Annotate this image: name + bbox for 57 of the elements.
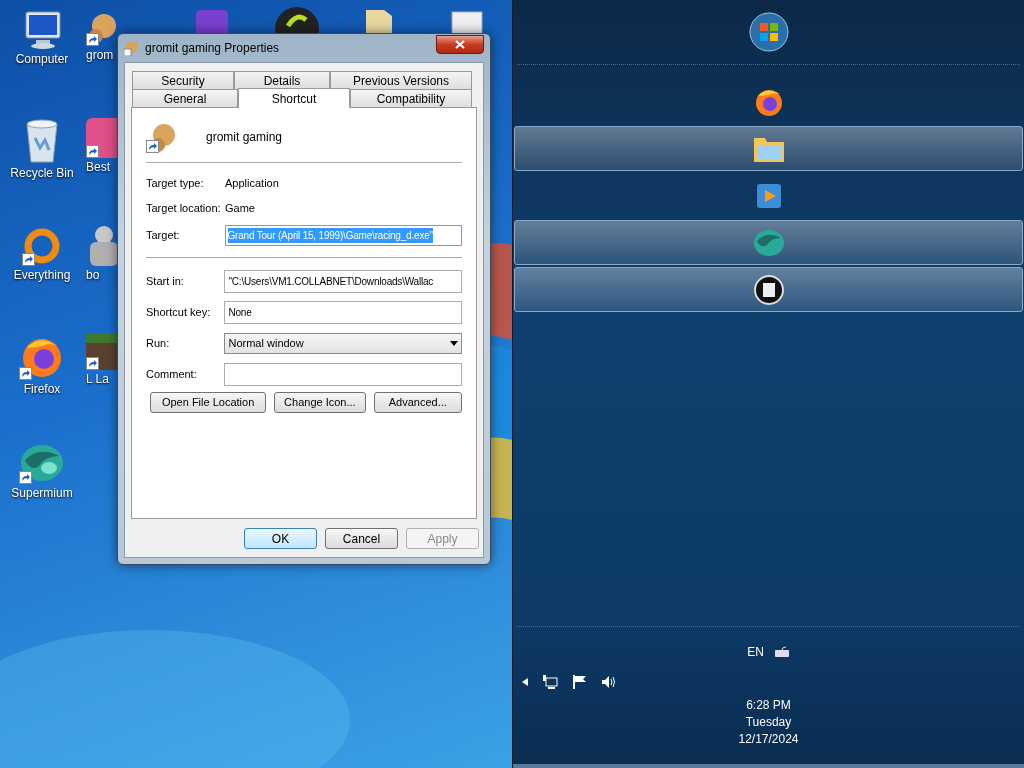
- tab[interactable]: Compatibility: [350, 89, 472, 107]
- close-button[interactable]: [436, 34, 484, 54]
- tab[interactable]: Details: [234, 71, 330, 89]
- close-icon: [455, 39, 465, 49]
- desktop-icon-label[interactable]: L La: [86, 372, 114, 386]
- field-label: Run:: [146, 336, 171, 352]
- input-field[interactable]: None: [224, 301, 462, 324]
- mascot-icon: [124, 40, 140, 56]
- taskbar-button[interactable]: [514, 126, 1023, 171]
- action-button[interactable]: Open File Location: [150, 392, 267, 413]
- shortcut-name: gromit gaming: [206, 129, 283, 146]
- field-value: Application: [225, 176, 279, 192]
- desktop-icon-label[interactable]: Best: [86, 160, 114, 174]
- ring-icon: [22, 226, 62, 266]
- shortcut-arrow-icon: [146, 140, 159, 153]
- start-orb-icon[interactable]: [748, 12, 789, 52]
- document-icon: [450, 10, 484, 36]
- field-label: Start in:: [146, 274, 185, 290]
- desktop-icon-label[interactable]: Everything: [13, 268, 71, 282]
- desktop-icon-label[interactable]: Recycle Bin: [10, 166, 74, 180]
- taskbar-button[interactable]: [514, 220, 1023, 265]
- field-label: Target:: [146, 227, 181, 243]
- action-button[interactable]: Advanced...: [373, 392, 462, 413]
- desktop-icon-label[interactable]: bo: [86, 268, 114, 282]
- recycle-bin-icon: [23, 118, 61, 164]
- tab[interactable]: Previous Versions: [330, 71, 472, 89]
- desktop-icon-label[interactable]: Supermium: [11, 486, 73, 500]
- tab[interactable]: General: [132, 89, 238, 107]
- globe-icon: [752, 227, 785, 258]
- desktop-icon-label[interactable]: Computer: [15, 52, 69, 66]
- action-button[interactable]: Change Icon...: [274, 392, 366, 413]
- flag-icon[interactable]: [572, 675, 587, 689]
- window-title: gromit gaming Properties: [145, 40, 280, 57]
- input-field[interactable]: [224, 363, 462, 386]
- volume-icon[interactable]: [601, 675, 617, 689]
- field-label: Comment:: [146, 367, 198, 383]
- tab[interactable]: Security: [132, 71, 234, 89]
- globe-icon: [19, 442, 65, 484]
- desktop-icon-label[interactable]: grom: [86, 48, 114, 62]
- network-icon[interactable]: [542, 675, 558, 689]
- keyboard-icon[interactable]: [773, 646, 790, 658]
- run-dropdown[interactable]: Normal window: [224, 333, 462, 354]
- media-player-icon: [754, 181, 783, 210]
- field-label: Target type:: [146, 176, 205, 192]
- taskbar-button[interactable]: [514, 267, 1023, 312]
- desktop-icon-label[interactable]: Firefox: [23, 382, 61, 396]
- input-field[interactable]: "C:\Users\VM1.COLLABNET\Downloads\Wallac: [224, 270, 462, 293]
- field-label: Shortcut key:: [146, 305, 212, 321]
- language-indicator[interactable]: EN: [747, 643, 764, 661]
- tab[interactable]: Shortcut: [238, 88, 350, 108]
- dialog-button[interactable]: Cancel: [325, 528, 398, 549]
- disc-icon: [753, 274, 784, 305]
- field-value: Game: [225, 201, 255, 217]
- dialog-button[interactable]: OK: [244, 528, 317, 549]
- expand-arrow-icon[interactable]: [522, 678, 528, 686]
- clock[interactable]: 6:28 PM Tuesday 12/17/2024: [513, 697, 1024, 748]
- field-label: Target location:: [146, 201, 222, 217]
